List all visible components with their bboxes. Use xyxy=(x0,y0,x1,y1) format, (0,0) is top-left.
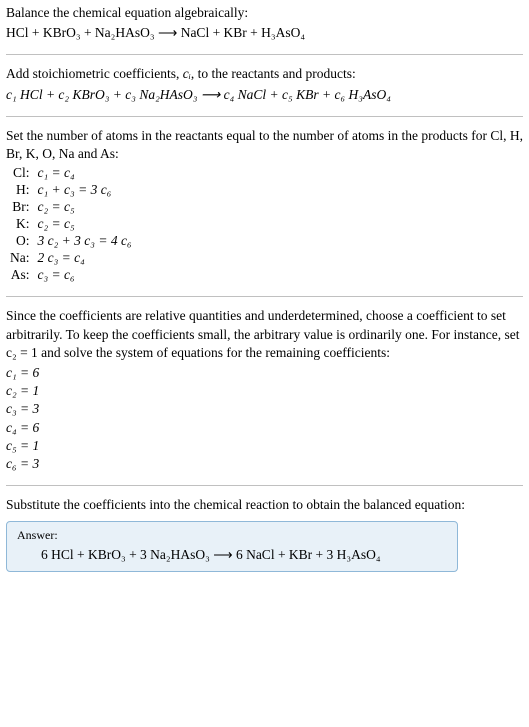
step-substitute: Substitute the coefficients into the che… xyxy=(6,496,523,571)
atom-label: As: xyxy=(6,267,34,284)
separator xyxy=(6,485,523,486)
table-row: Cl: c₁ = c₄ xyxy=(6,165,136,182)
atom-equation: c₃ = c₆ xyxy=(34,267,136,284)
atom-label: K: xyxy=(6,216,34,233)
coef-value: c₄ = 6 xyxy=(6,419,523,437)
answer-equation: 6 HCl + KBrO₃ + 3 Na₂HAsO₃ ⟶ 6 NaCl + KB… xyxy=(17,547,447,563)
atom-label: Na: xyxy=(6,250,34,267)
table-row: O: 3 c₂ + 3 c₃ = 4 c₆ xyxy=(6,233,136,250)
separator xyxy=(6,54,523,55)
table-row: H: c₁ + c₃ = 3 c₆ xyxy=(6,182,136,199)
answer-label: Answer: xyxy=(17,528,447,543)
separator xyxy=(6,116,523,117)
table-row: As: c₃ = c₆ xyxy=(6,267,136,284)
step2-text-before: Add stoichiometric coefficients, xyxy=(6,66,183,81)
step-coefficients: Add stoichiometric coefficients, cᵢ, to … xyxy=(6,65,523,103)
coef-value: c₃ = 3 xyxy=(6,400,523,418)
step2-equation: c₁ HCl + c₂ KBrO₃ + c₃ Na₂HAsO₃ ⟶ c₄ NaC… xyxy=(6,86,523,104)
step-solve: Since the coefficients are relative quan… xyxy=(6,307,523,473)
step2-text: Add stoichiometric coefficients, cᵢ, to … xyxy=(6,65,523,83)
step5-text: Substitute the coefficients into the che… xyxy=(6,496,523,514)
atom-equation: 3 c₂ + 3 c₃ = 4 c₆ xyxy=(34,233,136,250)
atom-label: O: xyxy=(6,233,34,250)
table-row: K: c₂ = c₅ xyxy=(6,216,136,233)
step-balance: Balance the chemical equation algebraica… xyxy=(6,4,523,42)
table-row: Br: c₂ = c₅ xyxy=(6,199,136,216)
step1-equation: HCl + KBrO₃ + Na₂HAsO₃ ⟶ NaCl + KBr + H₃… xyxy=(6,24,523,42)
table-row: Na: 2 c₃ = c₄ xyxy=(6,250,136,267)
atom-label: Cl: xyxy=(6,165,34,182)
separator xyxy=(6,296,523,297)
atom-equation: c₁ = c₄ xyxy=(34,165,136,182)
answer-box: Answer: 6 HCl + KBrO₃ + 3 Na₂HAsO₃ ⟶ 6 N… xyxy=(6,521,458,572)
ci-symbol: cᵢ xyxy=(183,66,191,81)
coef-list: c₁ = 6 c₂ = 1 c₃ = 3 c₄ = 6 c₅ = 1 c₆ = … xyxy=(6,364,523,473)
step2-text-after: , to the reactants and products: xyxy=(191,66,356,81)
coef-value: c₁ = 6 xyxy=(6,364,523,382)
atom-equation: c₂ = c₅ xyxy=(34,216,136,233)
atom-label: H: xyxy=(6,182,34,199)
atom-equation: 2 c₃ = c₄ xyxy=(34,250,136,267)
coef-value: c₆ = 3 xyxy=(6,455,523,473)
step-system: Set the number of atoms in the reactants… xyxy=(6,127,523,284)
coef-value: c₂ = 1 xyxy=(6,382,523,400)
atom-equation: c₂ = c₅ xyxy=(34,199,136,216)
atom-label: Br: xyxy=(6,199,34,216)
step1-text: Balance the chemical equation algebraica… xyxy=(6,4,523,22)
atom-equation: c₁ + c₃ = 3 c₆ xyxy=(34,182,136,199)
atom-equations-table: Cl: c₁ = c₄ H: c₁ + c₃ = 3 c₆ Br: c₂ = c… xyxy=(6,165,136,284)
step4-text: Since the coefficients are relative quan… xyxy=(6,307,523,362)
step3-text: Set the number of atoms in the reactants… xyxy=(6,127,523,163)
coef-value: c₅ = 1 xyxy=(6,437,523,455)
